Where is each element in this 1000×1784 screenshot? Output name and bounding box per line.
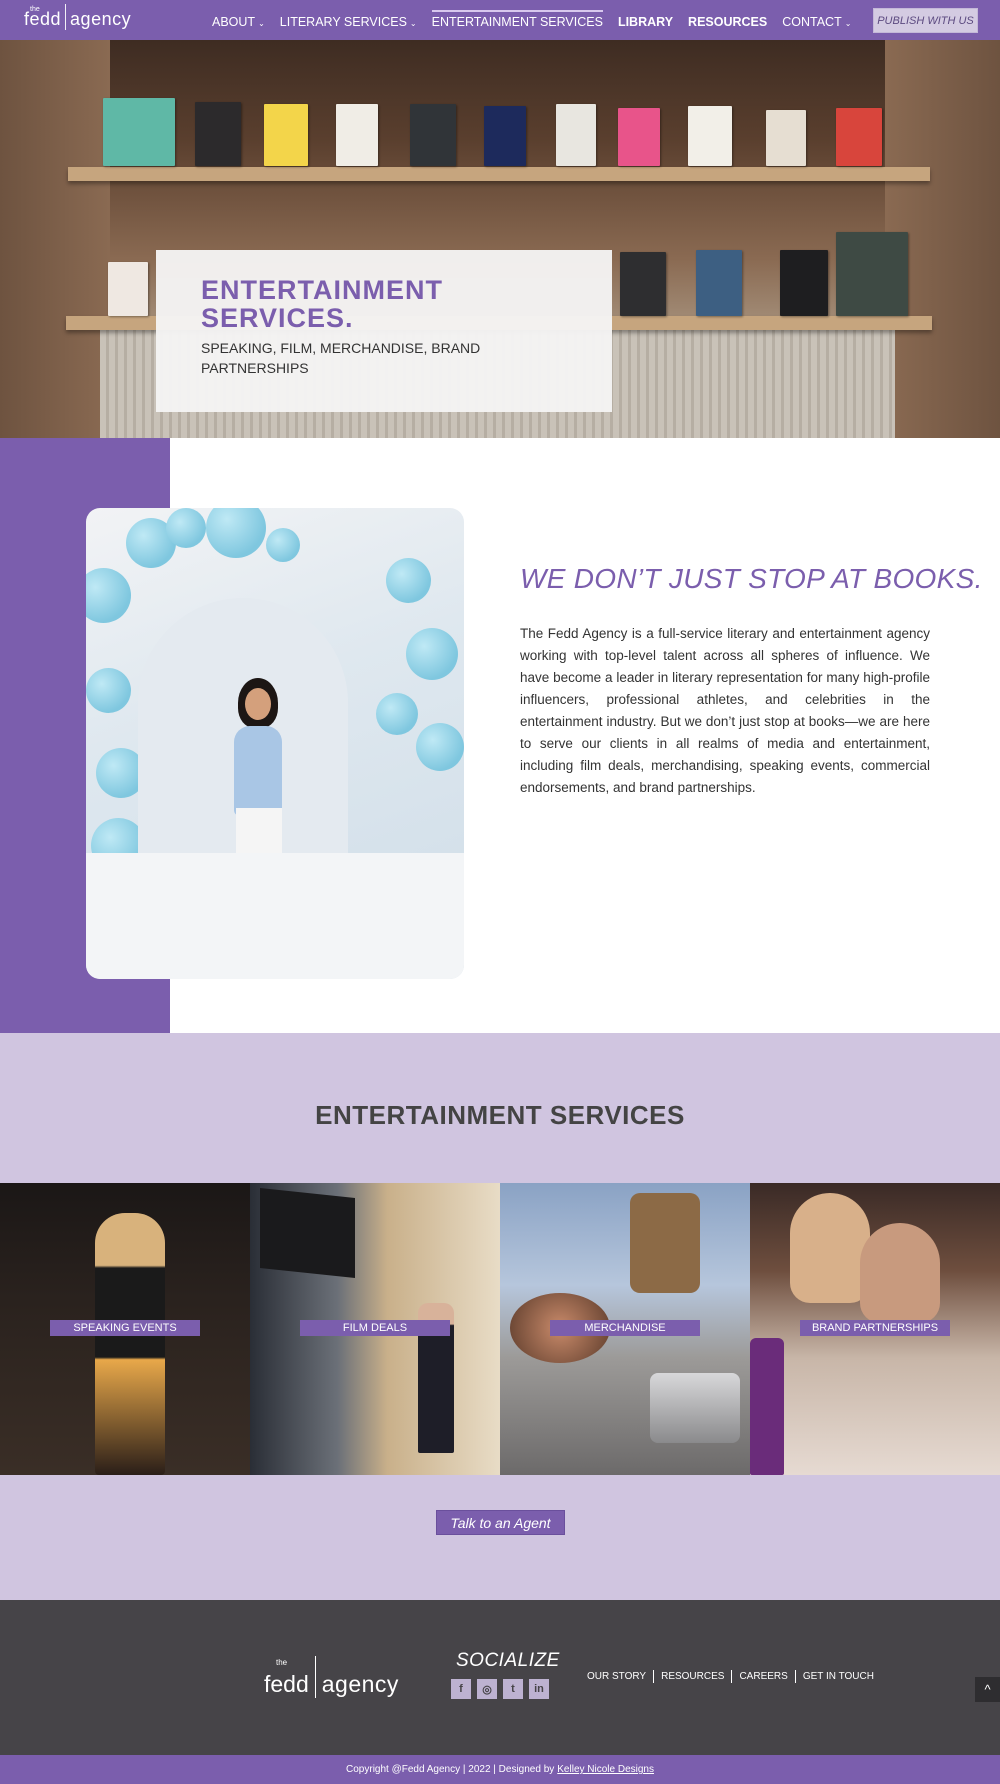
tile-label: Brand Partnerships [800,1320,950,1336]
nav-label: Library [617,15,674,29]
social-links: f ◎ t in [451,1679,549,1699]
book-cover [410,104,456,166]
film-light-panel [260,1188,355,1278]
book-cover [688,106,732,166]
footer-logo[interactable]: the fedd agency [264,1656,399,1698]
hero-subtitle: SPEAKING, FILM, MERCHANDISE, BRAND PARTN… [201,340,481,376]
footer-link-resources[interactable]: RESOURCES [653,1670,731,1683]
book-cover [195,102,241,166]
book-cover [836,108,882,166]
logo-the: the [30,6,40,13]
twitter-icon[interactable]: t [503,1679,523,1699]
top-nav: the fedd agency About ⌄ Literary Services… [0,0,1000,40]
photo-table [86,853,464,979]
nav-label: Resources [688,15,768,29]
book-cover [780,250,828,316]
person-face [245,688,271,720]
book-cover [264,104,308,166]
balloon [166,508,206,548]
nav-label: Entertainment Services [431,15,603,29]
about-heading: WE DON’T JUST STOP AT BOOKS. [520,563,983,594]
chevron-down-icon: ⌄ [258,19,265,28]
person-pants [236,808,282,858]
chevron-down-icon: ⌄ [409,19,417,28]
socialize-heading: SOCIALIZE [456,1650,560,1671]
back-to-top-button[interactable]: ^ [975,1677,1000,1702]
services-title: ENTERTAINMENT SERVICES [315,1100,685,1130]
tile-label: Merchandise [550,1320,700,1336]
copyright-text: Copyright @Fedd Agency | 2022 | Designed… [346,1764,555,1775]
speaker-figure [95,1213,165,1475]
logo-the: the [276,1658,288,1667]
partner-person-2 [860,1223,940,1323]
book-cover [766,110,806,166]
footer-link-careers[interactable]: CAREERS [731,1670,794,1683]
nav-label: Literary Services [279,15,407,29]
service-tile-film-deals[interactable]: Film Deals [250,1183,500,1475]
apron-image [630,1193,700,1293]
footer-links: OUR STORY RESOURCES CAREERS GET IN TOUCH [587,1670,881,1683]
person-top [234,726,282,816]
balloon [86,668,131,713]
logo-fedd: fedd [264,1671,309,1697]
nav-item-about[interactable]: About ⌄ [212,15,265,29]
logo-agency: agency [321,1671,399,1697]
about-body: The Fedd Agency is a full-service litera… [520,626,930,795]
book-cover [696,250,742,316]
book-cover [620,252,666,316]
talk-to-agent-button[interactable]: Talk to an Agent [436,1510,565,1535]
nav-item-contact[interactable]: Contact ⌄ [782,15,851,29]
tile-label: Film Deals [300,1320,450,1336]
nav-label: Contact [782,15,842,29]
logo-divider [314,1656,316,1698]
partner-person-1 [790,1193,870,1303]
book-cover [836,232,908,316]
footer-link-get-in-touch[interactable]: GET IN TOUCH [794,1670,881,1683]
hero-banner: ENTERTAINMENT SERVICES. SPEAKING, FILM, … [0,40,1000,438]
balloon [416,723,464,771]
bottle-image [750,1338,784,1475]
site-logo[interactable]: the fedd agency [24,4,131,30]
about-photo [86,508,464,979]
book-cover [336,104,378,166]
nav-label: About [212,15,256,29]
pot-image [650,1373,740,1443]
service-tile-merchandise[interactable]: Merchandise [500,1183,750,1475]
nav-item-literary-services[interactable]: Literary Services ⌄ [280,15,417,29]
linkedin-icon[interactable]: in [529,1679,549,1699]
book-cover [103,98,175,166]
service-tile-brand-partnerships[interactable]: Brand Partnerships [750,1183,1000,1475]
book-cover [556,104,596,166]
hero-wall-left [0,40,110,438]
balloon [206,508,266,558]
book-cover [108,262,148,316]
copyright-bar: Copyright @Fedd Agency | 2022 | Designed… [0,1755,1000,1784]
bookshelf-upper [68,167,930,181]
nav-item-library[interactable]: Library [618,15,673,29]
balloon [86,568,131,623]
book-cover [618,108,660,166]
balloon [266,528,300,562]
instagram-icon[interactable]: ◎ [477,1679,497,1699]
publish-with-us-button[interactable]: PUBLISH WITH US [873,8,978,33]
facebook-icon[interactable]: f [451,1679,471,1699]
balloon [376,693,418,735]
logo-divider [65,4,67,30]
service-tile-speaking-events[interactable]: Speaking Events [0,1183,250,1475]
photo-person [206,678,306,858]
logo-agency: agency [70,9,132,29]
chevron-down-icon: ⌄ [844,19,852,28]
book-cover [484,106,526,166]
hero-card: ENTERTAINMENT SERVICES. SPEAKING, FILM, … [156,250,612,412]
designer-link[interactable]: Kelley Nicole Designs [557,1764,654,1775]
nav-item-resources[interactable]: Resources [688,15,767,29]
tile-label: Speaking Events [50,1320,200,1336]
nav-item-entertainment-services[interactable]: Entertainment Services [431,10,604,29]
main-menu: About ⌄ Literary Services ⌄ Entertainment … [212,10,866,29]
balloon [386,558,431,603]
balloon [406,628,458,680]
footer-link-our-story[interactable]: OUR STORY [587,1670,653,1683]
hero-title: ENTERTAINMENT SERVICES. [201,275,443,333]
